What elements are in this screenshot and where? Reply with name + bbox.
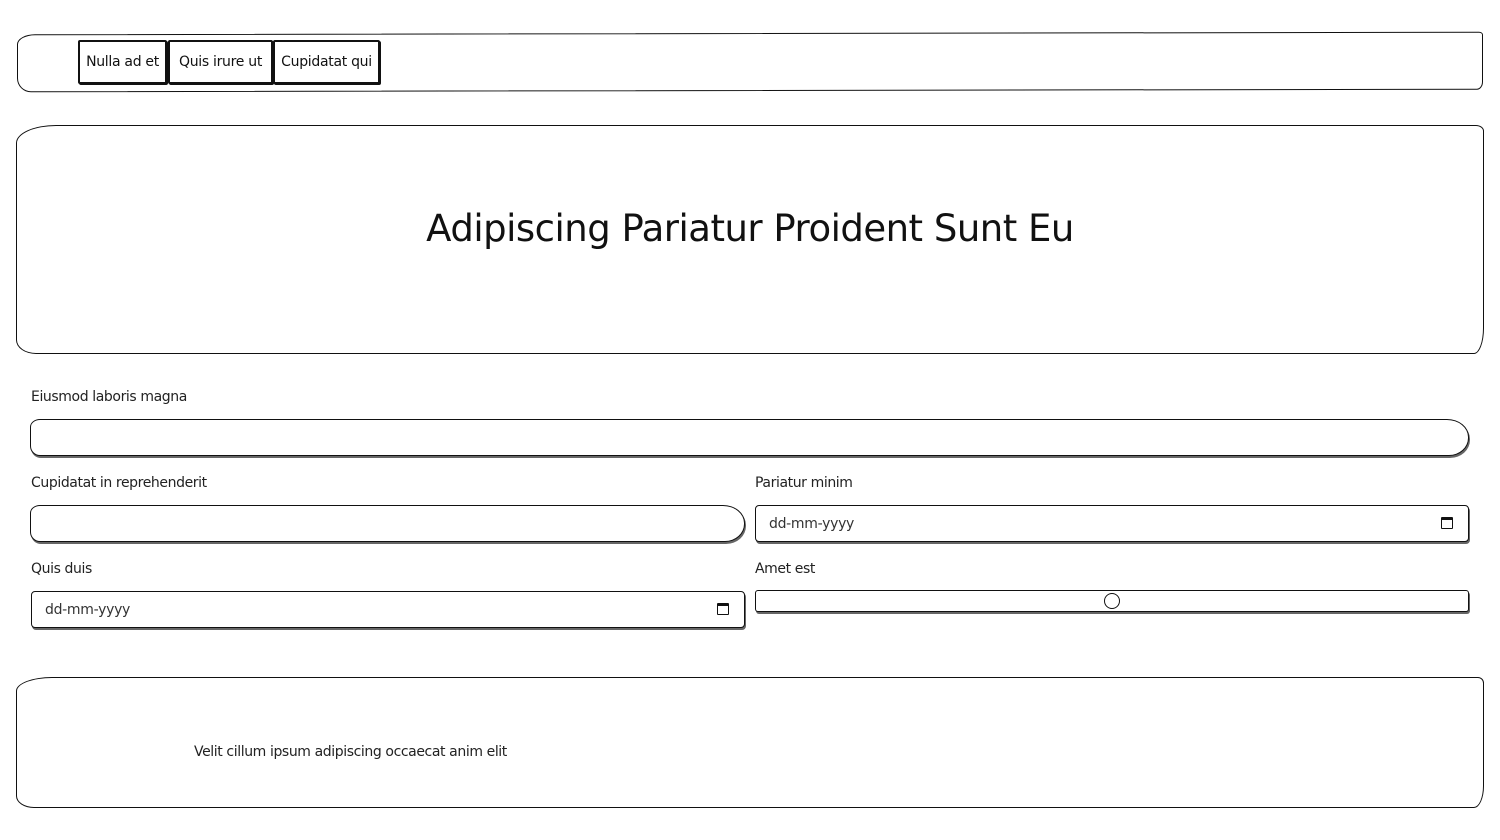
eiusmod-text-input[interactable] bbox=[30, 419, 1469, 456]
footer-text: Velit cillum ipsum adipiscing occaecat a… bbox=[194, 744, 507, 760]
cupidatat-text-input[interactable] bbox=[30, 505, 745, 542]
pariatur-date-input[interactable]: dd-mm-yyyy bbox=[755, 505, 1469, 542]
field-label-pariatur: Pariatur minim bbox=[755, 475, 853, 491]
calendar-icon[interactable] bbox=[1441, 517, 1453, 529]
date-placeholder: dd-mm-yyyy bbox=[769, 515, 855, 532]
nav-button-quis-irure-ut[interactable]: Quis irure ut bbox=[168, 40, 273, 84]
calendar-icon[interactable] bbox=[717, 603, 729, 615]
field-label-amet-est: Amet est bbox=[755, 561, 815, 577]
amet-est-range-slider[interactable] bbox=[755, 590, 1469, 612]
field-label-eiusmod: Eiusmod laboris magna bbox=[31, 389, 187, 405]
range-slider-thumb[interactable] bbox=[1104, 593, 1120, 609]
footer-panel bbox=[16, 677, 1484, 808]
date-placeholder: dd-mm-yyyy bbox=[45, 601, 131, 618]
nav-button-nulla-ad-et[interactable]: Nulla ad et bbox=[78, 40, 167, 84]
page-title: Adipiscing Pariatur Proident Sunt Eu bbox=[426, 207, 1074, 250]
quis-duis-date-input[interactable]: dd-mm-yyyy bbox=[31, 591, 745, 628]
field-label-cupidatat: Cupidatat in reprehenderit bbox=[31, 475, 207, 491]
nav-button-cupidatat-qui[interactable]: Cupidatat qui bbox=[273, 40, 380, 84]
field-label-quis-duis: Quis duis bbox=[31, 561, 92, 577]
